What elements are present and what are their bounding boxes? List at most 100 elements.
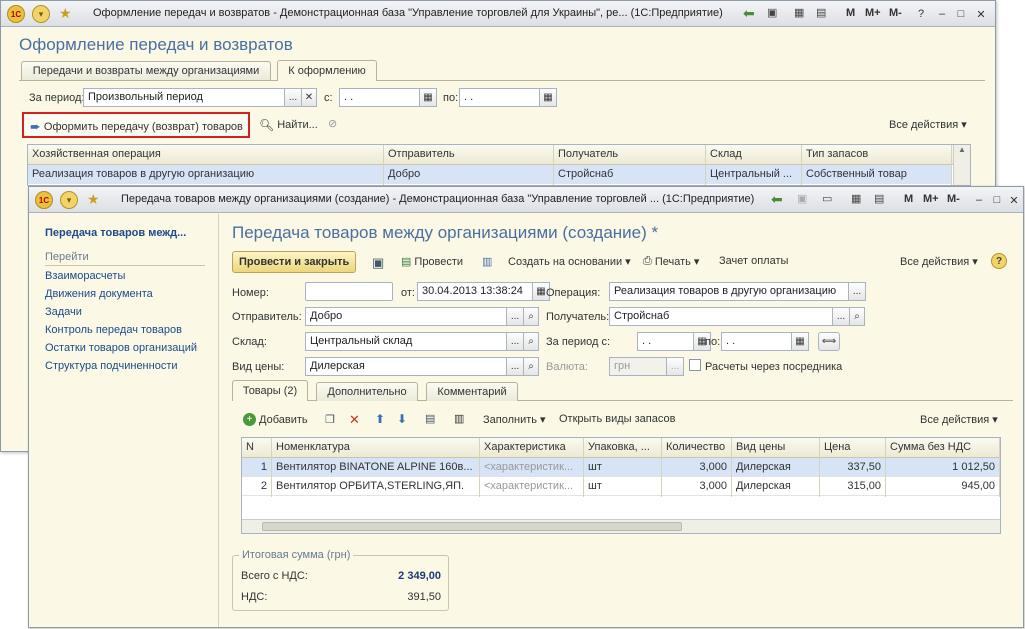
tab-additional[interactable]: Дополнительно: [316, 382, 418, 401]
col-nomenclature[interactable]: Номенклатура: [272, 438, 480, 458]
intermediary-label[interactable]: Расчеты через посредника: [705, 361, 842, 373]
period-to-input[interactable]: . .: [721, 332, 801, 351]
help-icon[interactable]: ?: [991, 253, 1007, 269]
nav-item-tasks[interactable]: Задачи: [45, 306, 82, 318]
goods-all-actions-button[interactable]: Все действия ▾: [920, 413, 998, 427]
period-select-button[interactable]: ⟺: [818, 332, 840, 351]
payment-offset-button[interactable]: Зачет оплаты: [719, 255, 788, 267]
copy-icon[interactable]: ❐: [325, 413, 335, 426]
date-input[interactable]: 30.04.2013 13:38:24: [417, 282, 549, 301]
col-package[interactable]: Упаковка, ...: [584, 438, 662, 458]
back-table-scrollbar[interactable]: ▲: [953, 145, 970, 185]
col-characteristic[interactable]: Характеристика: [480, 438, 584, 458]
nav-title[interactable]: Передача товаров межд...: [45, 227, 186, 239]
cancel-search-icon[interactable]: ⊘: [328, 117, 337, 130]
tab-comment[interactable]: Комментарий: [426, 382, 518, 401]
operation-select[interactable]: Реализация товаров в другую организацию: [609, 282, 849, 301]
col-sender[interactable]: Отправитель: [384, 145, 554, 165]
goods-horizontal-scrollbar[interactable]: [242, 519, 1000, 533]
period-choose-button[interactable]: ...: [284, 88, 302, 107]
journal-icon[interactable]: ▥: [482, 255, 492, 268]
price-type-choose-button[interactable]: ...: [506, 357, 524, 376]
col-warehouse[interactable]: Склад: [706, 145, 802, 165]
col-price-type[interactable]: Вид цены: [732, 438, 820, 458]
m-plus-button[interactable]: M+: [865, 7, 881, 19]
sender-input[interactable]: Добро: [305, 307, 507, 326]
create-based-on-button[interactable]: Создать на основании ▾: [508, 255, 631, 269]
back-arrow-icon[interactable]: ⬅: [743, 5, 755, 22]
move-up-icon[interactable]: ⬆: [375, 412, 385, 426]
menu-icon[interactable]: ▾: [60, 191, 78, 209]
table-row[interactable]: 2 Вентилятор ОРБИТА,STERLING,ЯП. <характ…: [242, 477, 1000, 497]
delete-icon[interactable]: ✕: [349, 412, 360, 428]
select-icon[interactable]: ▤: [425, 412, 435, 425]
table-row[interactable]: Реализация товаров в другую организацию …: [28, 165, 952, 185]
price-type-search-icon[interactable]: ⌕: [523, 357, 539, 376]
move-down-icon[interactable]: ⬇: [397, 412, 407, 426]
m-plus-button[interactable]: M+: [923, 193, 939, 205]
intermediary-checkbox[interactable]: [689, 359, 701, 371]
from-calendar-icon[interactable]: ▦: [419, 88, 437, 107]
fill-button[interactable]: Заполнить ▾: [483, 413, 546, 427]
warehouse-input[interactable]: Центральный склад: [305, 332, 507, 351]
col-quantity[interactable]: Количество: [662, 438, 732, 458]
to-date-input[interactable]: . .: [459, 88, 541, 107]
period-to-calendar-icon[interactable]: ▦: [791, 332, 809, 351]
nav-item-transfer-control[interactable]: Контроль передач товаров: [45, 324, 182, 336]
nav-item-mutual-settlements[interactable]: Взаиморасчеты: [45, 270, 125, 282]
col-stock-type[interactable]: Тип запасов: [802, 145, 952, 165]
number-input[interactable]: [305, 282, 393, 301]
bookmark-icon[interactable]: ▣: [767, 6, 777, 19]
nav-item-document-movements[interactable]: Движения документа: [45, 288, 153, 300]
maximize-icon[interactable]: □: [990, 193, 1004, 207]
close-icon[interactable]: ✕: [1007, 193, 1021, 207]
back-all-actions-button[interactable]: Все действия ▾: [889, 118, 967, 132]
open-stock-types-button[interactable]: Открыть виды запасов: [559, 413, 675, 425]
table-row[interactable]: 1 Вентилятор BINATONE ALPINE 160в... <ха…: [242, 458, 1000, 478]
col-sum[interactable]: Сумма без НДС: [886, 438, 1000, 458]
m-button[interactable]: M: [904, 193, 913, 205]
m-minus-button[interactable]: M-: [947, 193, 960, 205]
col-n[interactable]: N: [242, 438, 272, 458]
post-button[interactable]: ▤ Провести: [401, 255, 463, 269]
calculator-icon[interactable]: ▦: [851, 192, 861, 205]
receiver-input[interactable]: Стройснаб: [609, 307, 833, 326]
app-logo-icon[interactable]: 1С: [7, 5, 25, 23]
create-transfer-button[interactable]: ➨ Оформить передачу (возврат) товаров: [22, 112, 250, 138]
sender-choose-button[interactable]: ...: [506, 307, 524, 326]
close-icon[interactable]: ✕: [974, 7, 988, 21]
calculator-icon[interactable]: ▦: [794, 6, 804, 19]
all-actions-button[interactable]: Все действия ▾: [900, 255, 978, 269]
print-button[interactable]: ⎙ Печать ▾: [643, 255, 699, 268]
link-icon[interactable]: ▭: [822, 192, 832, 205]
from-date-input[interactable]: . .: [339, 88, 421, 107]
app-logo-icon[interactable]: 1С: [35, 191, 53, 209]
barcode-icon[interactable]: ▥: [454, 412, 464, 425]
calendar-icon[interactable]: ▤: [874, 192, 884, 205]
help-icon[interactable]: ?: [914, 7, 928, 21]
tab-goods[interactable]: Товары (2): [232, 380, 308, 401]
minimize-icon[interactable]: –: [972, 193, 986, 207]
price-type-input[interactable]: Дилерская: [305, 357, 507, 376]
period-clear-button[interactable]: ✕: [301, 88, 317, 107]
bookmark-icon[interactable]: ▣: [797, 192, 807, 205]
warehouse-search-icon[interactable]: ⌕: [523, 332, 539, 351]
calendar-icon[interactable]: ▤: [816, 6, 826, 19]
minimize-icon[interactable]: –: [935, 7, 949, 21]
favorite-star-icon[interactable]: ★: [59, 5, 72, 22]
operation-choose-button[interactable]: ...: [848, 282, 866, 301]
sender-search-icon[interactable]: ⌕: [523, 307, 539, 326]
col-price[interactable]: Цена: [820, 438, 886, 458]
receiver-search-icon[interactable]: ⌕: [849, 307, 865, 326]
tab-to-process[interactable]: К оформлению: [277, 60, 377, 81]
receiver-choose-button[interactable]: ...: [832, 307, 850, 326]
to-calendar-icon[interactable]: ▦: [539, 88, 557, 107]
favorite-star-icon[interactable]: ★: [87, 191, 100, 208]
m-button[interactable]: M: [846, 7, 855, 19]
period-select[interactable]: Произвольный период: [83, 88, 285, 107]
save-icon[interactable]: ▣: [372, 255, 384, 271]
col-operation[interactable]: Хозяйственная операция: [28, 145, 384, 165]
back-arrow-icon[interactable]: ⬅: [771, 191, 783, 208]
add-button[interactable]: + Добавить: [243, 413, 308, 426]
m-minus-button[interactable]: M-: [889, 7, 902, 19]
